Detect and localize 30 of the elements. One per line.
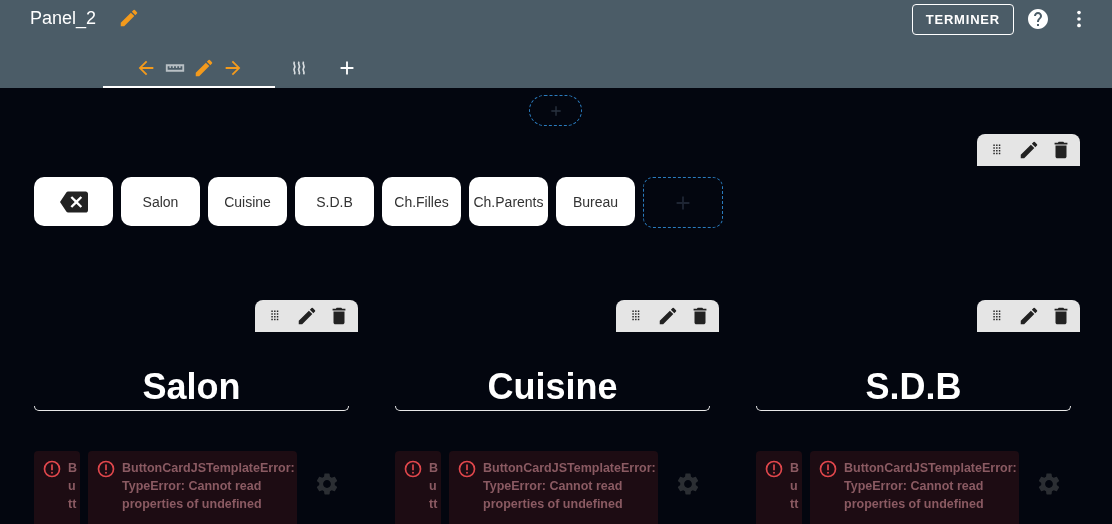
error-text: B u tt xyxy=(429,460,439,513)
room-heading: Cuisine xyxy=(487,369,618,405)
add-card-button[interactable] xyxy=(643,177,723,228)
room-button[interactable]: Ch.Filles xyxy=(382,177,461,226)
edit-icon[interactable] xyxy=(296,305,318,327)
error-message: ButtonCardJSTemplateError: TypeError: Cannot read properties of undefined xyxy=(122,460,292,513)
room-button[interactable]: Salon xyxy=(121,177,200,226)
error-text: B u tt xyxy=(790,460,800,513)
done-button[interactable]: TERMINER xyxy=(911,3,1014,35)
error-icon xyxy=(818,459,838,479)
error-icon xyxy=(457,459,477,479)
room-heading: Salon xyxy=(142,369,241,405)
room-button[interactable]: Cuisine xyxy=(208,177,287,226)
error-message: ButtonCardJSTemplateError: TypeError: Cannot read properties of undefined xyxy=(483,460,653,513)
room-button[interactable]: Bureau xyxy=(556,177,635,226)
panel-title: Panel_2 xyxy=(30,7,97,29)
edit-icon[interactable] xyxy=(1018,305,1040,327)
backspace-button[interactable] xyxy=(34,177,113,226)
edit-icon[interactable] xyxy=(657,305,679,327)
error-icon xyxy=(764,459,784,479)
edit-icon[interactable] xyxy=(1018,139,1040,161)
room-button[interactable]: Ch.Parents xyxy=(469,177,548,226)
error-icon xyxy=(96,459,116,479)
help-icon[interactable] xyxy=(1026,7,1050,31)
error-icon xyxy=(403,459,423,479)
error-icon xyxy=(42,459,62,479)
error-message: ButtonCardJSTemplateError: TypeError: Cannot read properties of undefined xyxy=(844,460,1014,513)
room-button[interactable]: S.D.B xyxy=(295,177,374,226)
room-heading: S.D.B xyxy=(865,369,962,405)
error-text: B u tt xyxy=(68,460,78,513)
